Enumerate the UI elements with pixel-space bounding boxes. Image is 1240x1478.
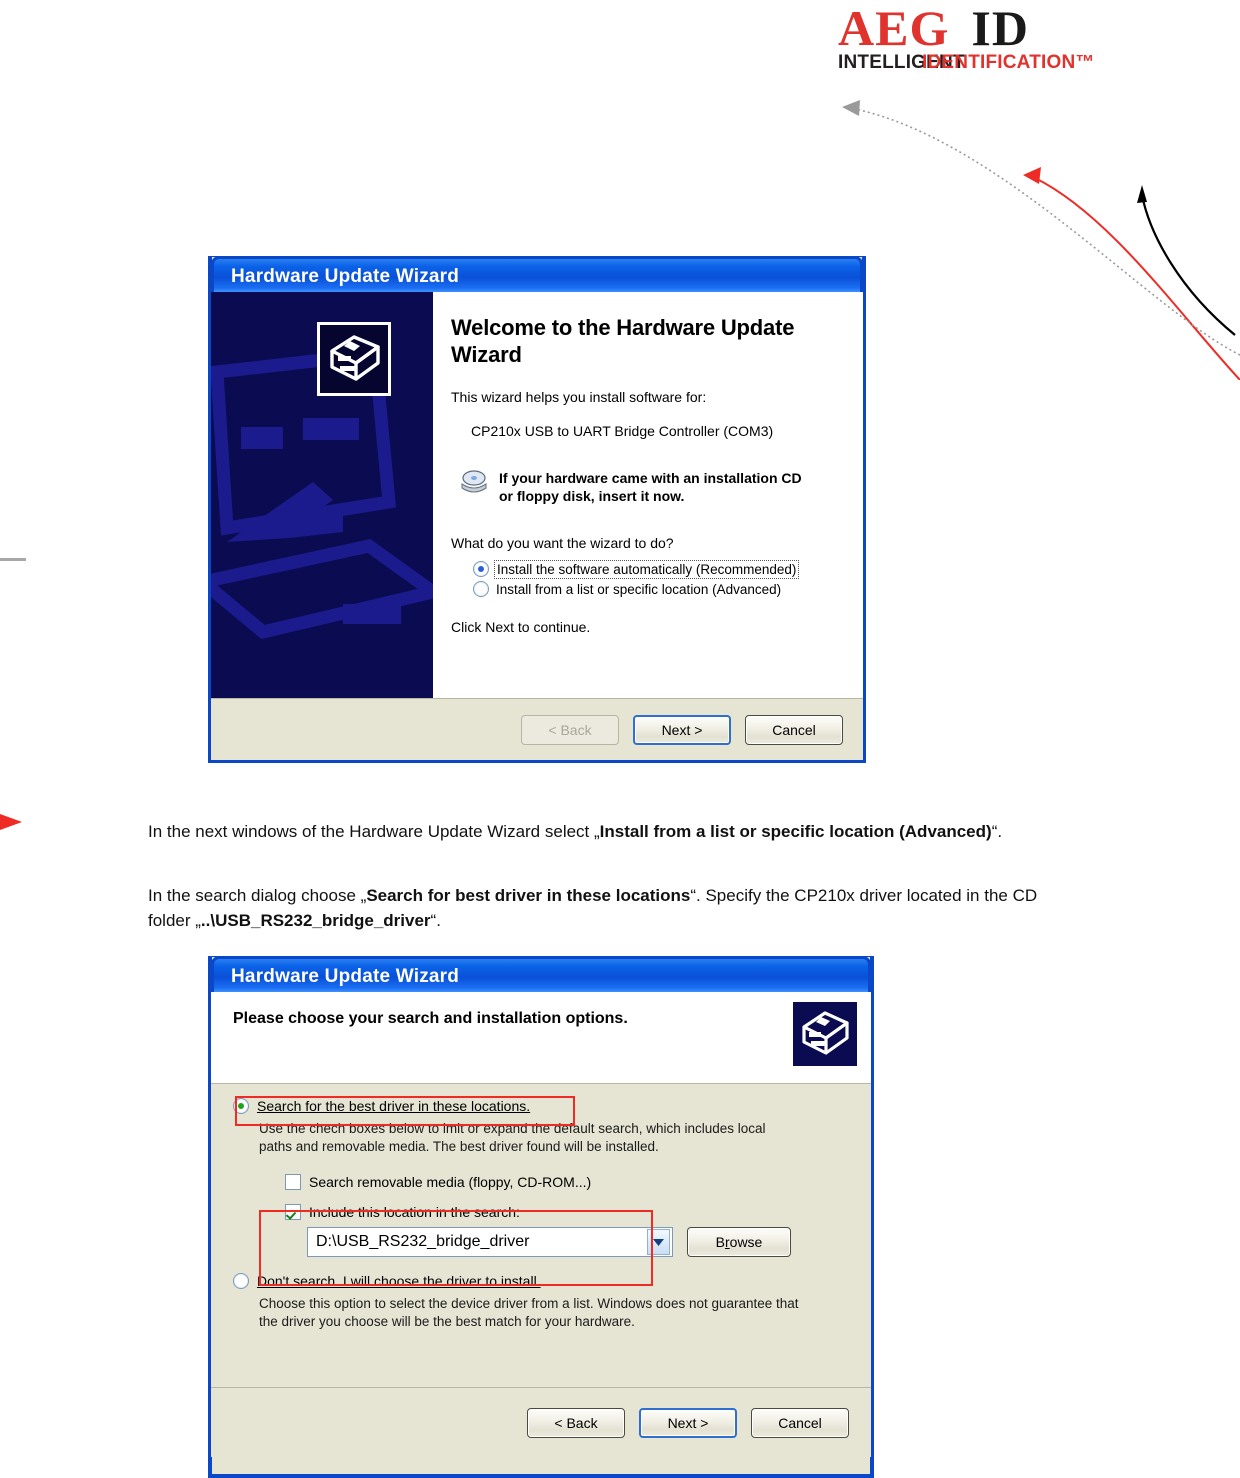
dialog2-header: Please choose your search and installati… xyxy=(211,992,871,1084)
dont-search-description-line1: Choose this option to select the device … xyxy=(259,1296,799,1311)
para2-bold-1: Search for best driver in these location… xyxy=(366,886,691,905)
hardware-device-icon-large xyxy=(317,322,391,396)
dialog1-cancel-button[interactable]: Cancel xyxy=(745,714,843,745)
logo-aeg-text: AEG xyxy=(838,0,950,56)
hardware-device-icon-small xyxy=(793,1002,857,1066)
para1-bold: Install from a list or specific location… xyxy=(599,822,992,841)
para2-text-a: In the search dialog choose „ xyxy=(148,886,367,905)
checkbox-include-location[interactable]: Include this location in the search: xyxy=(285,1204,853,1220)
dialog2-cancel-button[interactable]: Cancel xyxy=(751,1407,849,1438)
radio-search-best-driver-label: Search for the best driver in these loca… xyxy=(257,1098,531,1114)
dont-search-description: Choose this option to select the device … xyxy=(259,1295,853,1331)
dont-search-description-line2: the driver you choose will be the best m… xyxy=(259,1314,635,1329)
cd-notice-line1: If your hardware came with an installati… xyxy=(499,470,802,486)
para2-text-c: “. xyxy=(430,911,441,930)
logo-wordmark: AEG ID xyxy=(838,2,1138,54)
left-margin-red-arrow xyxy=(0,814,22,830)
radio-dont-search-icon[interactable] xyxy=(233,1273,249,1289)
dialog1-back-button[interactable]: < Back xyxy=(521,714,619,745)
decorative-arrows xyxy=(842,100,1240,380)
cd-notice-line2: or floppy disk, insert it now. xyxy=(499,488,685,504)
search-option-description-line2: paths and removable media. The best driv… xyxy=(259,1139,659,1154)
browse-button[interactable]: Browse xyxy=(687,1227,791,1257)
radio-search-best-driver[interactable]: Search for the best driver in these loca… xyxy=(233,1098,853,1114)
include-location-group: Include this location in the search: D:\… xyxy=(285,1204,853,1257)
radio-install-from-list[interactable]: Install from a list or specific location… xyxy=(473,581,843,597)
search-option-description: Use the chech boxes below to lmit or exp… xyxy=(259,1120,853,1156)
dialog1-intro-text: This wizard helps you install software f… xyxy=(451,389,707,405)
dialog2-heading: Please choose your search and installati… xyxy=(233,1010,628,1027)
dialog1-next-button[interactable]: Next > xyxy=(633,714,731,745)
dialog1-heading: Welcome to the Hardware Update Wizard xyxy=(451,315,795,367)
aeg-id-logo: AEG ID INTELLIGENT IDENTIFICATION™ xyxy=(838,2,1138,78)
search-option-description-line1: Use the chech boxes below to lmit or exp… xyxy=(259,1121,766,1136)
dialog1-footer: < Back Next > Cancel xyxy=(211,698,863,760)
para1-text-b: “. xyxy=(991,822,1003,841)
location-combobox[interactable]: D:\USB_RS232_bridge_driver xyxy=(307,1227,673,1257)
location-input-row: D:\USB_RS232_bridge_driver Browse xyxy=(307,1227,853,1257)
instruction-paragraph-1: In the next windows of the Hardware Upda… xyxy=(148,819,1058,844)
cd-disk-icon xyxy=(461,470,487,493)
dialog2-back-button[interactable]: < Back xyxy=(527,1407,625,1438)
hardware-update-wizard-dialog-welcome: Hardware Update Wizard Welcome to the Ha… xyxy=(208,256,866,763)
checkbox-include-location-icon[interactable] xyxy=(285,1204,301,1220)
left-margin-dash xyxy=(0,558,26,561)
chevron-down-icon[interactable] xyxy=(647,1229,670,1255)
radio-search-best-driver-icon[interactable] xyxy=(233,1098,249,1114)
dialog1-title-bar: Hardware Update Wizard xyxy=(211,256,863,292)
dialog1-content: Welcome to the Hardware Update Wizard Th… xyxy=(433,292,863,698)
radio-install-from-list-label: Install from a list or specific location… xyxy=(496,581,782,597)
dialog1-question: What do you want the wizard to do? xyxy=(451,535,674,551)
radio-install-automatically[interactable]: Install the software automatically (Reco… xyxy=(473,559,843,579)
logo-tagline-identification: IDENTIFICATION™ xyxy=(922,52,1095,73)
browse-button-label: Browse xyxy=(715,1234,763,1250)
dialog2-title-bar: Hardware Update Wizard xyxy=(211,956,871,992)
location-value: D:\USB_RS232_bridge_driver xyxy=(316,1233,530,1250)
checkbox-include-location-label: Include this location in the search: xyxy=(309,1204,520,1220)
para1-text-a: In the next windows of the Hardware Upda… xyxy=(148,822,600,841)
instruction-paragraph-2: In the search dialog choose „Search for … xyxy=(148,883,1058,933)
radio-dont-search-label: Don't search. I will choose the driver t… xyxy=(257,1273,541,1289)
dialog2-options-body: Search for the best driver in these loca… xyxy=(211,1084,871,1387)
logo-id-text: ID xyxy=(971,0,1029,56)
dialog1-device-name: CP210x USB to UART Bridge Controller (CO… xyxy=(471,423,774,439)
dialog1-click-next-text: Click Next to continue. xyxy=(451,619,591,635)
checkbox-search-removable-media-label: Search removable media (floppy, CD-ROM..… xyxy=(309,1174,592,1190)
dialog1-body: Welcome to the Hardware Update Wizard Th… xyxy=(211,292,863,698)
wizard-side-panel xyxy=(211,292,433,698)
dialog2-footer: < Back Next > Cancel xyxy=(211,1387,871,1457)
radio-install-automatically-label: Install the software automatically (Reco… xyxy=(493,559,800,579)
installation-cd-notice: If your hardware came with an installati… xyxy=(459,469,843,505)
logo-tagline: INTELLIGENT IDENTIFICATION™ xyxy=(838,52,1138,74)
radio-dont-search[interactable]: Don't search. I will choose the driver t… xyxy=(233,1273,853,1289)
checkbox-search-removable-media-icon[interactable] xyxy=(285,1174,301,1190)
checkbox-search-removable-media[interactable]: Search removable media (floppy, CD-ROM..… xyxy=(285,1174,853,1190)
radio-install-automatically-icon[interactable] xyxy=(473,561,489,577)
para2-bold-2: ..\USB_RS232_bridge_driver xyxy=(200,911,431,930)
cd-notice-text: If your hardware came with an installati… xyxy=(499,469,802,505)
radio-install-from-list-icon[interactable] xyxy=(473,581,489,597)
dialog2-next-button[interactable]: Next > xyxy=(639,1407,737,1438)
hardware-update-wizard-dialog-options: Hardware Update Wizard Please choose you… xyxy=(208,956,874,1478)
